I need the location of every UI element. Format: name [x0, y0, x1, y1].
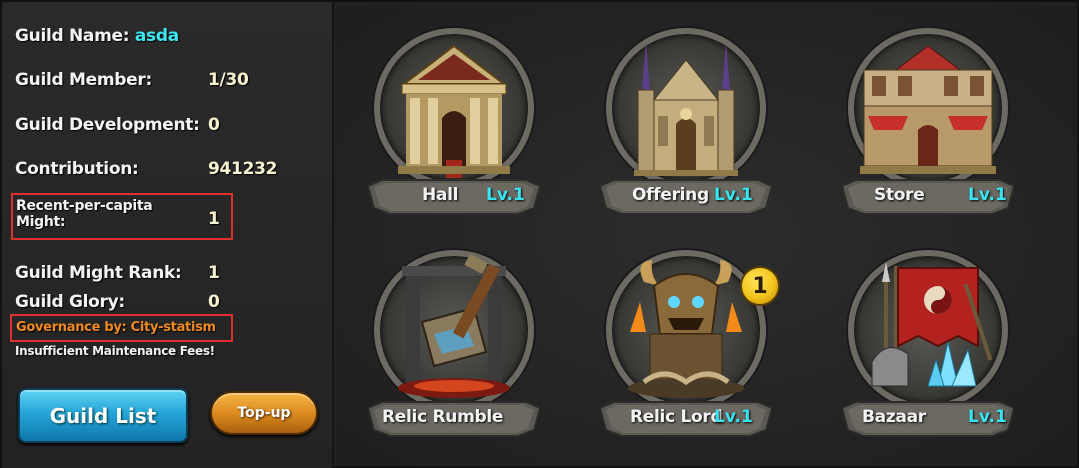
guild-glory-value: 0	[208, 292, 220, 312]
might-rank-value: 1	[208, 263, 220, 283]
building-name: Relic Lord	[630, 407, 723, 427]
building-bazaar[interactable]: Bazaar Lv.1	[836, 242, 1020, 442]
building-hall[interactable]: Hall Lv.1	[362, 20, 546, 220]
guild-name-value: asda	[134, 26, 179, 46]
recent-might-label-line2: Might:	[16, 214, 66, 230]
building-name: Store	[874, 185, 925, 205]
contribution-label: Contribution:	[15, 159, 139, 179]
temple-icon	[398, 44, 510, 178]
maintenance-warning: Insufficient Maintenance Fees!	[15, 344, 215, 358]
guild-name-row: Guild Name: asda	[15, 26, 179, 46]
building-level: Lv.1	[714, 407, 753, 427]
guild-screen: Guild Name: asda Guild Member: 1/30 Guil…	[0, 0, 1079, 468]
top-up-button[interactable]: Top-up	[210, 391, 318, 435]
guild-name-label: Guild Name:	[15, 26, 130, 46]
might-rank-label: Guild Might Rank:	[15, 263, 182, 283]
building-name: Hall	[422, 185, 459, 205]
governance-text: Governance by: City-statism	[16, 320, 216, 335]
banner-crystal-icon	[871, 262, 993, 387]
building-level: Lv.1	[714, 185, 753, 205]
recent-might-value: 1	[208, 209, 220, 229]
guild-member-value: 1/30	[208, 70, 249, 90]
guild-glory-label: Guild Glory:	[15, 292, 125, 312]
building-grid: Hall Lv.1 Offering Lv.1 Store Lv.1 Relic…	[336, 6, 1077, 466]
building-level: Lv.1	[968, 407, 1007, 427]
guild-info-panel: Guild Name: asda Guild Member: 1/30 Guil…	[2, 2, 334, 468]
shop-icon	[860, 45, 996, 174]
recent-might-label: Recent-per-capita Might:	[16, 198, 153, 230]
guild-development-label: Guild Development:	[15, 115, 200, 135]
guild-list-button[interactable]: Guild List	[18, 388, 188, 443]
guild-member-label: Guild Member:	[15, 70, 152, 90]
guild-development-value: 0	[208, 115, 220, 135]
building-level: Lv.1	[968, 185, 1007, 205]
broken-hammer-icon	[398, 254, 510, 398]
notification-badge: 1	[740, 266, 780, 306]
building-store[interactable]: Store Lv.1	[836, 20, 1020, 220]
building-name: Offering	[632, 185, 709, 205]
cathedral-icon	[634, 42, 738, 176]
building-level: Lv.1	[486, 185, 525, 205]
building-name: Relic Rumble	[382, 407, 504, 427]
contribution-value: 941232	[208, 159, 278, 179]
building-relic-rumble[interactable]: Relic Rumble	[362, 242, 546, 442]
building-offering[interactable]: Offering Lv.1	[594, 20, 778, 220]
building-name: Bazaar	[862, 407, 926, 427]
recent-might-label-line1: Recent-per-capita	[16, 198, 153, 214]
building-relic-lord[interactable]: Relic Lord Lv.1 1	[594, 242, 780, 442]
